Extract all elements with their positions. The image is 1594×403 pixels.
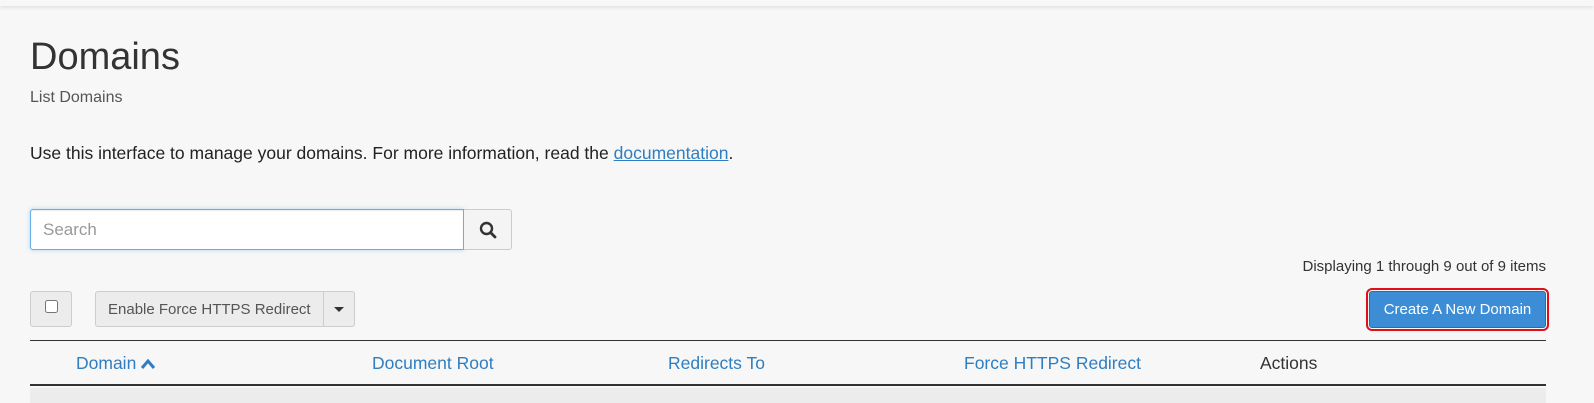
- column-header-domain[interactable]: Domain: [76, 353, 156, 374]
- top-bar: [0, 0, 1594, 6]
- column-header-label: Document Root: [372, 353, 494, 373]
- documentation-link[interactable]: documentation: [614, 143, 729, 163]
- chevron-up-icon: [141, 358, 156, 369]
- select-all-wrapper: [30, 291, 72, 327]
- column-header-redirects-to[interactable]: Redirects To: [668, 353, 765, 374]
- search-button[interactable]: [464, 209, 512, 250]
- table-header: Domain Document Root Redirects To Force …: [30, 340, 1546, 386]
- bulk-action-dropdown-toggle[interactable]: [323, 291, 355, 327]
- pagination-info: Displaying 1 through 9 out of 9 items: [1302, 258, 1546, 275]
- column-header-label: Force HTTPS Redirect: [964, 353, 1141, 373]
- select-all-checkbox[interactable]: [44, 299, 58, 313]
- page-subtitle: List Domains: [30, 89, 123, 106]
- column-header-force-https[interactable]: Force HTTPS Redirect: [964, 353, 1141, 374]
- page-description: Use this interface to manage your domain…: [30, 143, 733, 164]
- search-icon: [479, 221, 496, 238]
- description-suffix: .: [728, 143, 734, 163]
- search-input[interactable]: [30, 209, 464, 250]
- description-text: Use this interface to manage your domain…: [30, 143, 614, 163]
- column-header-actions: Actions: [1260, 353, 1317, 374]
- create-domain-button[interactable]: Create A New Domain: [1366, 288, 1549, 331]
- table-body: [30, 388, 1546, 403]
- search-group: [30, 209, 512, 250]
- column-header-label: Domain: [76, 353, 137, 373]
- column-header-label: Actions: [1260, 353, 1318, 373]
- column-header-label: Redirects To: [668, 353, 765, 373]
- chevron-down-icon: [333, 306, 344, 312]
- page-title: Domains: [30, 36, 180, 78]
- enable-force-https-button[interactable]: Enable Force HTTPS Redirect: [95, 291, 324, 327]
- bulk-action-group: Enable Force HTTPS Redirect: [95, 291, 355, 327]
- column-header-document-root[interactable]: Document Root: [372, 353, 494, 374]
